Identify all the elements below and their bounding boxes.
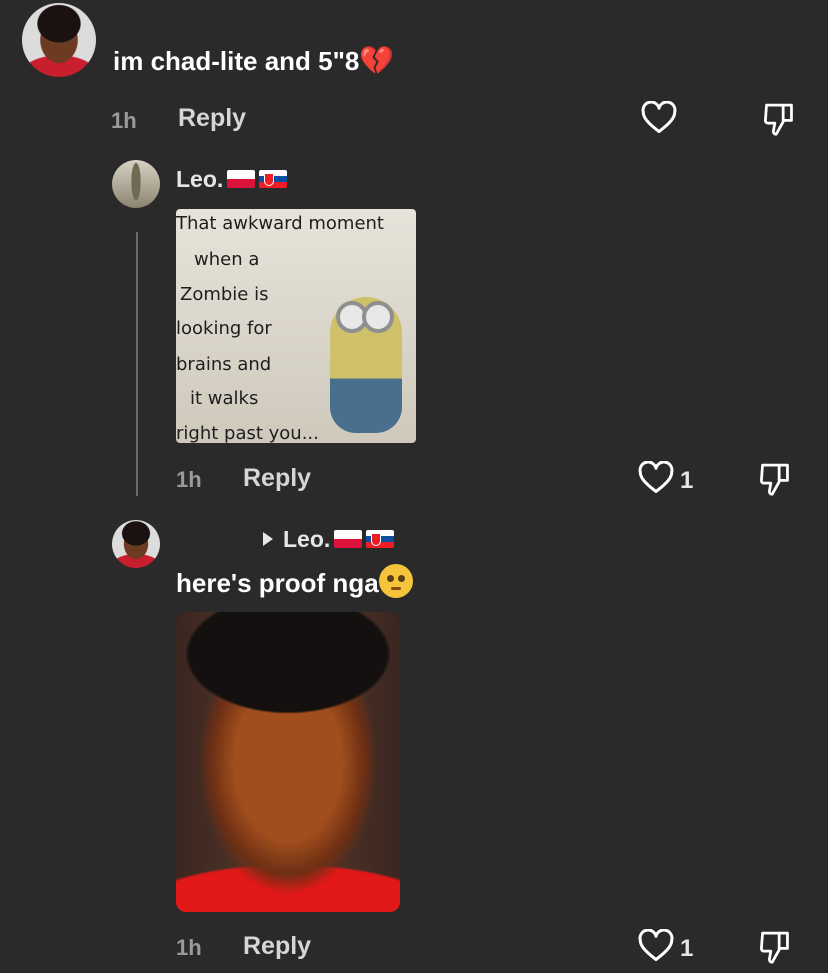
reply-button[interactable]: Reply xyxy=(178,104,246,133)
commenter-avatar[interactable] xyxy=(22,3,96,77)
reply-timestamp: 1h xyxy=(176,467,202,492)
reply-button[interactable]: Reply xyxy=(243,464,311,493)
triangle-right-icon xyxy=(263,532,273,546)
broken-heart-emoji: 💔 xyxy=(359,45,395,76)
heart-outline-icon[interactable] xyxy=(638,929,674,963)
comment-text: im chad-lite and 5"8💔 xyxy=(113,45,395,76)
like-count: 1 xyxy=(680,467,694,494)
thread-line xyxy=(136,232,138,496)
meme-image[interactable]: That awkward moment when a Zombie is loo… xyxy=(176,209,416,443)
like-count: 1 xyxy=(680,935,694,962)
poland-flag-icon xyxy=(227,170,256,188)
pleading-face-emoji xyxy=(378,564,413,598)
reply-username[interactable]: Leo. xyxy=(176,166,288,193)
reply-button[interactable]: Reply xyxy=(243,932,311,961)
reply-avatar-self[interactable] xyxy=(112,520,160,568)
reply-to-label[interactable]: Leo. xyxy=(263,526,395,553)
thumbs-down-icon[interactable] xyxy=(758,929,792,965)
thumbs-down-icon[interactable] xyxy=(762,101,796,137)
selfie-photo[interactable] xyxy=(176,612,400,912)
poland-flag-icon xyxy=(334,530,363,548)
reply-timestamp: 1h xyxy=(176,935,202,960)
reply-avatar-leo[interactable] xyxy=(112,160,160,208)
thumbs-down-icon[interactable] xyxy=(758,461,792,497)
heart-outline-icon[interactable] xyxy=(641,101,677,135)
minion-illustration xyxy=(176,209,416,443)
heart-outline-icon[interactable] xyxy=(638,461,674,495)
reply-text: here's proof nga xyxy=(176,564,413,599)
slovakia-flag-icon xyxy=(259,170,288,188)
slovakia-flag-icon xyxy=(366,530,395,548)
comment-timestamp: 1h xyxy=(111,108,137,133)
